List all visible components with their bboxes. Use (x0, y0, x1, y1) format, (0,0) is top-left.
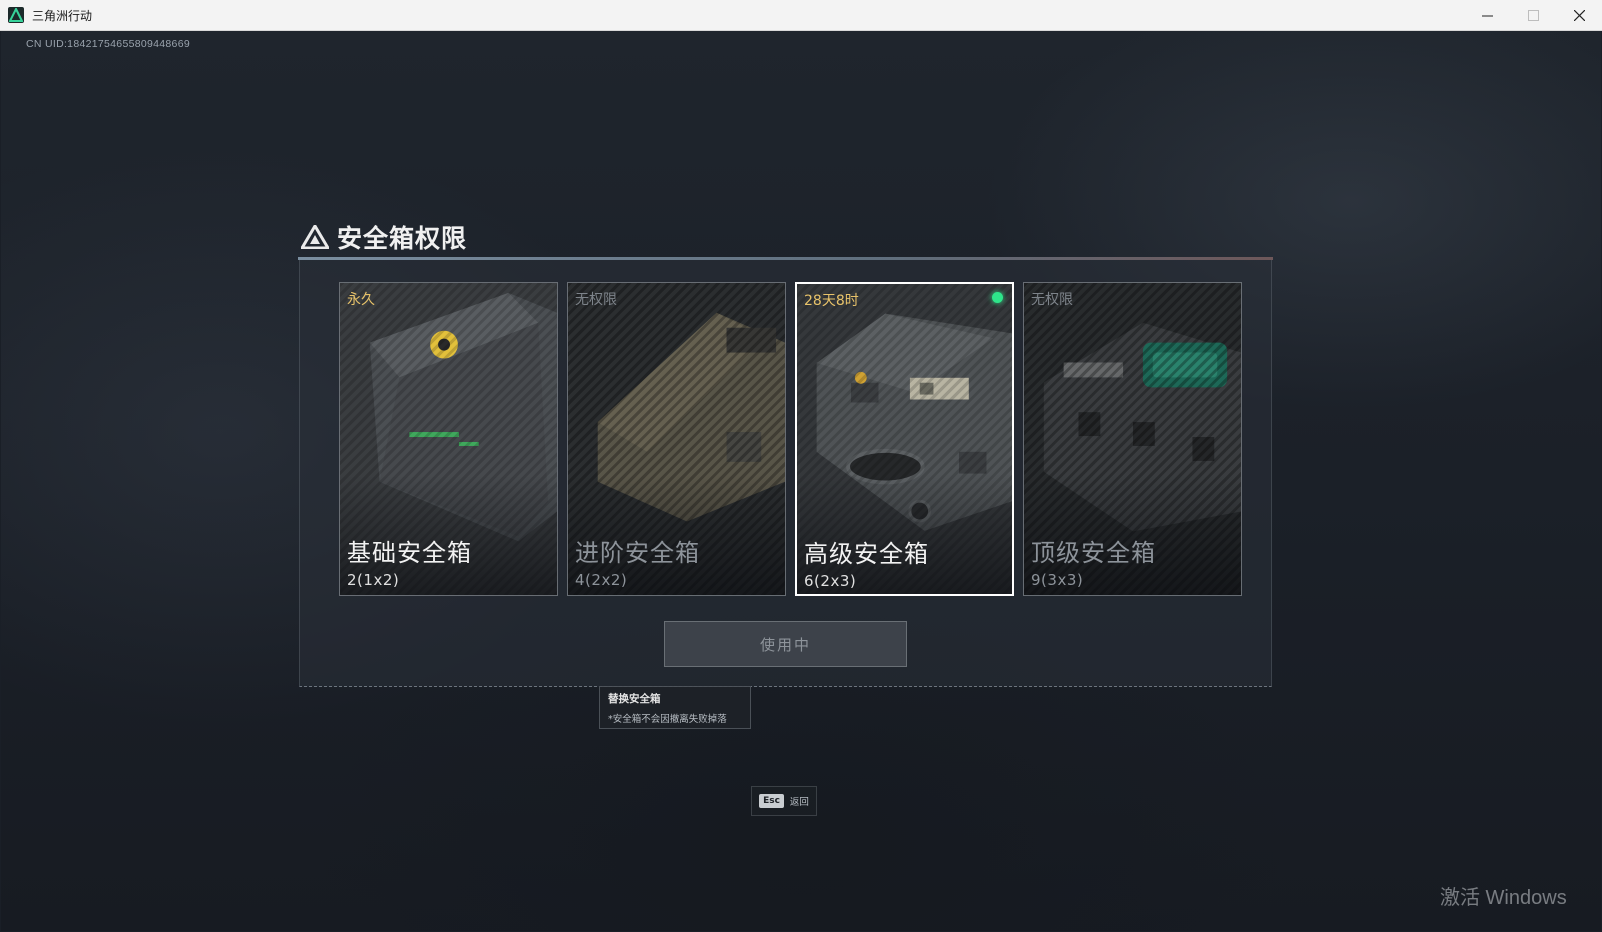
tooltip-title: 替换安全箱 (608, 693, 661, 705)
dialog-title: 安全箱权限 (337, 224, 468, 253)
card-capacity: 9(3x3) (1031, 571, 1084, 589)
maximize-icon[interactable] (1510, 0, 1556, 31)
card-status: 永久 (347, 292, 375, 308)
close-icon[interactable] (1556, 0, 1602, 31)
delta-triangle-icon (301, 225, 329, 249)
esc-back-button[interactable]: Esc 返回 (751, 786, 817, 816)
card-status: 无权限 (575, 292, 617, 308)
safebox-panel: 永久 基础安全箱 2(1x2) 无权限 进阶安全箱 4(2x2) 28天8时 高… (299, 260, 1272, 687)
card-name: 高级安全箱 (804, 540, 929, 568)
safebox-card-basic[interactable]: 永久 基础安全箱 2(1x2) (339, 282, 558, 596)
card-name: 基础安全箱 (347, 539, 472, 567)
windows-activation-watermark: 激活 Windows (1440, 887, 1567, 909)
dialog-header: 安全箱权限 (301, 217, 467, 257)
card-capacity: 2(1x2) (347, 571, 400, 589)
player-uid: CN UID:1842175465580944866​9 (26, 38, 190, 50)
tooltip-note: *安全箱不会因撤离失败掉落 (608, 714, 727, 725)
app-logo-icon (8, 7, 24, 23)
card-capacity: 4(2x2) (575, 571, 628, 589)
back-label: 返回 (789, 797, 809, 808)
card-name: 顶级安全箱 (1031, 539, 1156, 567)
in-use-button[interactable]: 使用中 (664, 621, 907, 667)
safebox-card-advanced[interactable]: 无权限 进阶安全箱 4(2x2) (567, 282, 786, 596)
safebox-card-list: 永久 基础安全箱 2(1x2) 无权限 进阶安全箱 4(2x2) 28天8时 高… (339, 282, 1242, 596)
active-indicator-dot (992, 292, 1003, 303)
window-titlebar[interactable]: 三角洲行动 (0, 0, 1602, 31)
safebox-card-premium[interactable]: 28天8时 高级安全箱 6(2x3) (795, 282, 1014, 596)
game-viewport: CN UID:1842175465580944866​9 安全箱权限 (1, 31, 1601, 931)
window-controls (1464, 0, 1602, 31)
esc-key-icon: Esc (759, 794, 784, 808)
replace-safebox-tooltip: 替换安全箱 *安全箱不会因撤离失败掉落 (599, 686, 751, 729)
card-status: 28天8时 (804, 293, 859, 309)
window-title: 三角洲行动 (32, 8, 93, 23)
minimize-icon[interactable] (1464, 0, 1510, 31)
card-name: 进阶安全箱 (575, 539, 700, 567)
card-status: 无权限 (1031, 292, 1073, 308)
card-capacity: 6(2x3) (804, 572, 857, 590)
safebox-card-top[interactable]: 无权限 顶级安全箱 9(3x3) (1023, 282, 1242, 596)
